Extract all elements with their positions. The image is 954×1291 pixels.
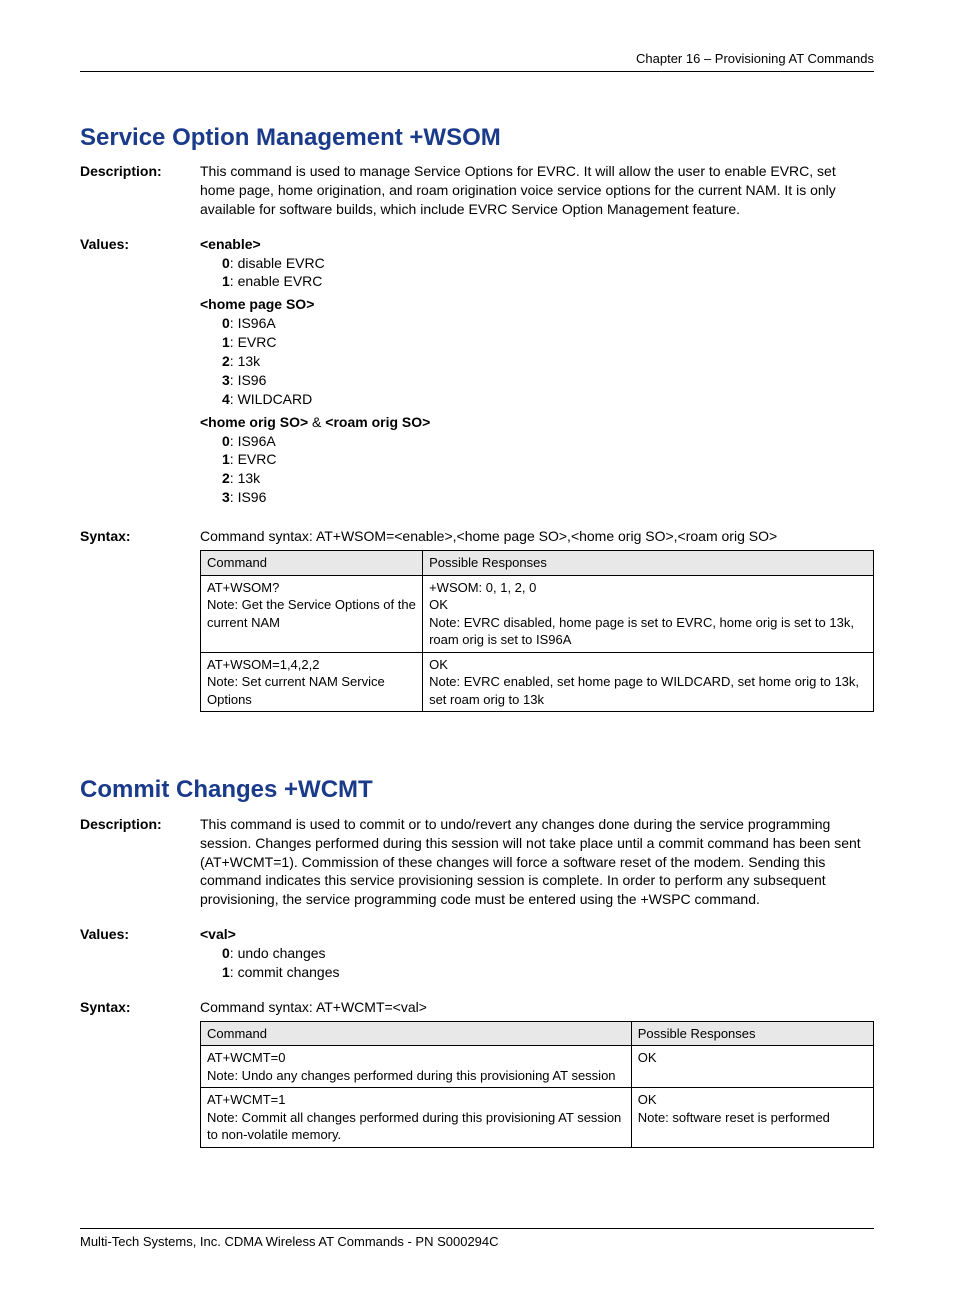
value-group-head: <val> bbox=[200, 926, 236, 942]
description-label: Description: bbox=[80, 162, 200, 219]
value-item: 2: 13k bbox=[222, 352, 874, 371]
page-footer: Multi-Tech Systems, Inc. CDMA Wireless A… bbox=[80, 1228, 874, 1251]
cell-command: AT+WSOM=1,4,2,2 Note: Set current NAM Se… bbox=[201, 652, 423, 712]
syntax-text: Command syntax: AT+WSOM=<enable>,<home p… bbox=[200, 527, 874, 546]
command-table-wsom: Command Possible Responses AT+WSOM? Note… bbox=[200, 550, 874, 712]
col-responses: Possible Responses bbox=[423, 550, 874, 575]
value-key: 1 bbox=[222, 273, 230, 289]
value-list: 0: IS96A1: EVRC2: 13k3: IS964: WILDCARD bbox=[200, 314, 874, 408]
values-label: Values: bbox=[80, 925, 200, 986]
value-text: : commit changes bbox=[230, 964, 340, 980]
col-command: Command bbox=[201, 1021, 632, 1046]
description-text: This command is used to manage Service O… bbox=[200, 162, 874, 219]
syntax-row: Syntax: Command syntax: AT+WCMT=<val> Co… bbox=[80, 998, 874, 1148]
value-key: 0 bbox=[222, 433, 230, 449]
col-responses: Possible Responses bbox=[631, 1021, 873, 1046]
value-group-head: <roam orig SO> bbox=[325, 414, 430, 430]
value-text: : WILDCARD bbox=[230, 391, 312, 407]
value-item: 0: undo changes bbox=[222, 944, 874, 963]
syntax-label: Syntax: bbox=[80, 527, 200, 712]
cell-response: OK bbox=[631, 1046, 873, 1088]
value-key: 1 bbox=[222, 964, 230, 980]
table-header-row: Command Possible Responses bbox=[201, 550, 874, 575]
value-group-head: <enable> bbox=[200, 236, 261, 252]
table-row: AT+WCMT=1 Note: Commit all changes perfo… bbox=[201, 1088, 874, 1148]
value-key: 1 bbox=[222, 334, 230, 350]
value-group-head: <home page SO> bbox=[200, 296, 314, 312]
values-label: Values: bbox=[80, 235, 200, 511]
table-row: AT+WSOM? Note: Get the Service Options o… bbox=[201, 575, 874, 652]
value-item: 4: WILDCARD bbox=[222, 390, 874, 409]
value-text: : undo changes bbox=[230, 945, 326, 961]
value-text: : IS96A bbox=[230, 315, 276, 331]
value-list: 0: IS96A1: EVRC2: 13k3: IS96 bbox=[200, 432, 874, 508]
value-item: 1: commit changes bbox=[222, 963, 874, 982]
value-text: : 13k bbox=[230, 470, 260, 486]
value-text: : IS96 bbox=[230, 372, 267, 388]
table-row: AT+WCMT=0 Note: Undo any changes perform… bbox=[201, 1046, 874, 1088]
value-key: 0 bbox=[222, 315, 230, 331]
value-text: : IS96A bbox=[230, 433, 276, 449]
value-key: 2 bbox=[222, 470, 230, 486]
value-key: 2 bbox=[222, 353, 230, 369]
col-command: Command bbox=[201, 550, 423, 575]
table-row: AT+WSOM=1,4,2,2 Note: Set current NAM Se… bbox=[201, 652, 874, 712]
value-key: 0 bbox=[222, 945, 230, 961]
value-text: : enable EVRC bbox=[230, 273, 323, 289]
value-text: : EVRC bbox=[230, 451, 277, 467]
values-row: Values: <val> 0: undo changes1: commit c… bbox=[80, 925, 874, 986]
value-list: 0: disable EVRC1: enable EVRC bbox=[200, 254, 874, 292]
value-group-head: <home orig SO> bbox=[200, 414, 308, 430]
description-label: Description: bbox=[80, 815, 200, 909]
value-item: 2: 13k bbox=[222, 469, 874, 488]
value-text: : 13k bbox=[230, 353, 260, 369]
value-text: : IS96 bbox=[230, 489, 267, 505]
description-row: Description: This command is used to man… bbox=[80, 162, 874, 219]
syntax-text: Command syntax: AT+WCMT=<val> bbox=[200, 998, 874, 1017]
values-content: <val> 0: undo changes1: commit changes bbox=[200, 925, 874, 986]
description-row: Description: This command is used to com… bbox=[80, 815, 874, 909]
value-item: 0: IS96A bbox=[222, 314, 874, 333]
section-title-wsom: Service Option Management +WSOM bbox=[80, 122, 874, 154]
value-key: 4 bbox=[222, 391, 230, 407]
value-text: : disable EVRC bbox=[230, 255, 325, 271]
value-list: 0: undo changes1: commit changes bbox=[200, 944, 874, 982]
value-key: 3 bbox=[222, 489, 230, 505]
syntax-label: Syntax: bbox=[80, 998, 200, 1148]
command-table-wcmt: Command Possible Responses AT+WCMT=0 Not… bbox=[200, 1021, 874, 1148]
value-key: 1 bbox=[222, 451, 230, 467]
cell-response: +WSOM: 0, 1, 2, 0 OK Note: EVRC disabled… bbox=[423, 575, 874, 652]
cell-command: AT+WSOM? Note: Get the Service Options o… bbox=[201, 575, 423, 652]
value-key: 0 bbox=[222, 255, 230, 271]
value-item: 3: IS96 bbox=[222, 488, 874, 507]
value-item: 3: IS96 bbox=[222, 371, 874, 390]
table-header-row: Command Possible Responses bbox=[201, 1021, 874, 1046]
description-text: This command is used to commit or to und… bbox=[200, 815, 874, 909]
syntax-row: Syntax: Command syntax: AT+WSOM=<enable>… bbox=[80, 527, 874, 712]
values-content: <enable> 0: disable EVRC1: enable EVRC <… bbox=[200, 235, 874, 511]
value-group-amp: & bbox=[308, 414, 325, 430]
values-row: Values: <enable> 0: disable EVRC1: enabl… bbox=[80, 235, 874, 511]
value-item: 0: IS96A bbox=[222, 432, 874, 451]
value-text: : EVRC bbox=[230, 334, 277, 350]
value-item: 0: disable EVRC bbox=[222, 254, 874, 273]
cell-command: AT+WCMT=0 Note: Undo any changes perform… bbox=[201, 1046, 632, 1088]
value-item: 1: EVRC bbox=[222, 450, 874, 469]
value-item: 1: enable EVRC bbox=[222, 272, 874, 291]
page-header: Chapter 16 – Provisioning AT Commands bbox=[80, 50, 874, 72]
value-item: 1: EVRC bbox=[222, 333, 874, 352]
value-key: 3 bbox=[222, 372, 230, 388]
cell-response: OK Note: EVRC enabled, set home page to … bbox=[423, 652, 874, 712]
section-title-wcmt: Commit Changes +WCMT bbox=[80, 774, 874, 806]
cell-response: OK Note: software reset is performed bbox=[631, 1088, 873, 1148]
cell-command: AT+WCMT=1 Note: Commit all changes perfo… bbox=[201, 1088, 632, 1148]
